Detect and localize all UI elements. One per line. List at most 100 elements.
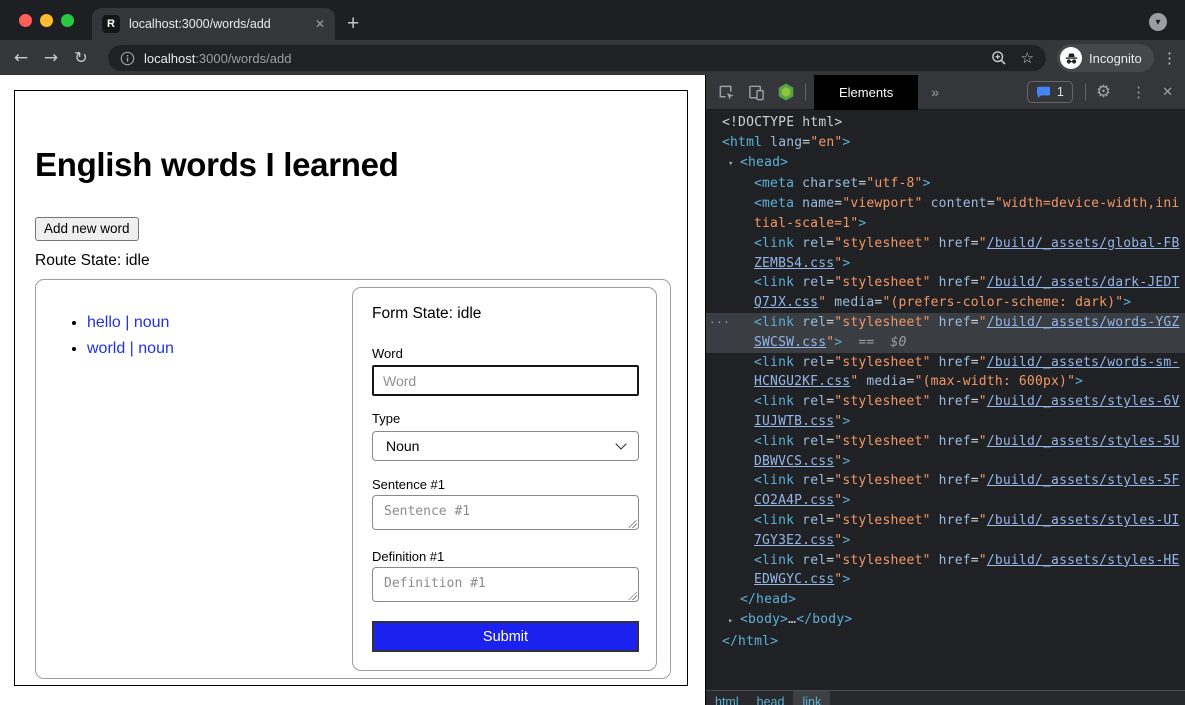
code-line[interactable]: EDWGYC.css"> — [706, 570, 1185, 590]
issues-badge[interactable]: 1 — [1027, 81, 1073, 103]
code-line[interactable]: <link rel="stylesheet" href="/build/_ass… — [706, 273, 1185, 293]
submit-button[interactable]: Submit — [372, 621, 639, 652]
code-token: = — [971, 275, 979, 290]
code-line[interactable]: ZEMBS4.css"> — [706, 254, 1185, 274]
code-token: href — [939, 434, 971, 449]
code-line[interactable]: Q7JX.css" media="(prefers-color-scheme: … — [706, 293, 1185, 313]
browser-tab[interactable]: R localhost:3000/words/add ✕ — [92, 8, 335, 40]
resize-grip-icon[interactable] — [628, 519, 637, 528]
code-line[interactable]: <link rel="stylesheet" href="/build/_ass… — [706, 551, 1185, 571]
window-zoom-button[interactable] — [61, 14, 74, 27]
code-token: <link — [754, 473, 794, 488]
devtools-panel: Elements » 1 ⚙ ⋮ ✕ <!DOCTYPE html><html … — [705, 75, 1185, 705]
code-token: <link — [754, 553, 794, 568]
resize-grip-icon[interactable] — [628, 591, 637, 600]
code-token: media — [834, 295, 874, 310]
add-word-form: Form State: idle Word Type Noun Sentence… — [352, 287, 657, 671]
reload-button[interactable]: ↻ — [66, 48, 96, 67]
code-line[interactable]: <link rel="stylesheet" href="/build/_ass… — [706, 511, 1185, 531]
devtools-close-icon[interactable]: ✕ — [1162, 84, 1173, 100]
word-link-world[interactable]: world | noun — [87, 340, 174, 357]
code-line[interactable]: 7GY3E2.css"> — [706, 531, 1185, 551]
incognito-badge: Incognito — [1057, 44, 1154, 72]
devtools-code: <!DOCTYPE html><html lang="en">▾<head><m… — [706, 110, 1185, 690]
code-token: <link — [754, 236, 794, 251]
code-token: " — [979, 275, 987, 290]
code-line[interactable]: </html> — [706, 632, 1185, 652]
code-token: href — [939, 355, 971, 370]
bookmark-star-icon[interactable]: ☆ — [1021, 49, 1034, 67]
code-line[interactable]: DBWVCS.css"> — [706, 452, 1185, 472]
zoom-level-icon[interactable] — [991, 50, 1007, 66]
inspect-element-icon[interactable] — [711, 79, 741, 105]
incognito-label: Incognito — [1089, 51, 1142, 66]
code-line[interactable]: <meta charset="utf-8"> — [706, 174, 1185, 194]
code-token: = — [987, 196, 995, 211]
word-input[interactable] — [372, 365, 639, 396]
code-line[interactable]: </head> — [706, 590, 1185, 610]
code-token — [931, 236, 939, 251]
code-token: rel — [802, 315, 826, 330]
code-token: "stylesheet" — [834, 355, 930, 370]
settings-gear-icon[interactable]: ⚙ — [1096, 82, 1111, 102]
code-line[interactable]: <html lang="en"> — [706, 133, 1185, 153]
window-minimize-button[interactable] — [40, 14, 53, 27]
code-token — [794, 275, 802, 290]
browser-menu-button[interactable]: ⋮ — [1162, 49, 1177, 67]
extension-hexagon-icon[interactable] — [771, 79, 801, 105]
back-button[interactable]: ← — [6, 48, 36, 68]
definition-textarea[interactable] — [372, 567, 639, 602]
url-text[interactable]: localhost:3000/words/add — [144, 51, 977, 66]
code-token: ZEMBS4.css — [754, 256, 834, 271]
form-state-text: Form State: idle — [372, 305, 481, 323]
code-line[interactable]: ▾<head> — [706, 153, 1185, 175]
incognito-icon — [1060, 47, 1082, 69]
tab-search-button[interactable]: ▾ — [1149, 13, 1167, 31]
code-token: CO2A4P.css — [754, 493, 834, 508]
code-line[interactable]: <link rel="stylesheet" href="/build/_ass… — [706, 392, 1185, 412]
tab-elements[interactable]: Elements — [814, 75, 918, 110]
tree-expand-arrow-icon[interactable]: ▸ — [728, 612, 740, 632]
tree-expand-arrow-icon[interactable]: ▾ — [728, 155, 740, 175]
tab-close-icon[interactable]: ✕ — [315, 17, 325, 31]
code-token: <link — [754, 434, 794, 449]
code-token: /build/_assets/global-FB — [987, 236, 1180, 251]
code-line[interactable]: <link rel="stylesheet" href="/build/_ass… — [706, 471, 1185, 491]
code-token: == $0 — [842, 335, 906, 350]
code-line[interactable]: <meta name="viewport" content="width=dev… — [706, 194, 1185, 214]
type-select[interactable]: Noun — [372, 431, 639, 461]
address-bar[interactable]: localhost:3000/words/add ☆ — [108, 45, 1046, 71]
code-line[interactable]: ▸<body>…</body> — [706, 610, 1185, 632]
code-token: </head> — [740, 592, 796, 607]
code-token: … — [788, 612, 796, 627]
code-line[interactable]: SWCSW.css"> == $0 — [706, 333, 1185, 353]
code-line[interactable]: CO2A4P.css"> — [706, 491, 1185, 511]
breadcrumb-link[interactable]: link — [793, 691, 830, 705]
new-tab-button[interactable]: + — [347, 10, 359, 38]
breadcrumb-head[interactable]: head — [748, 691, 794, 705]
breadcrumb-html[interactable]: html — [706, 691, 748, 705]
code-token: media — [866, 374, 906, 389]
word-link-hello[interactable]: hello | noun — [87, 314, 169, 331]
devtools-menu-icon[interactable]: ⋮ — [1131, 83, 1146, 101]
site-info-icon[interactable] — [120, 51, 135, 66]
code-token — [794, 236, 802, 251]
code-line[interactable]: ···<link rel="stylesheet" href="/build/_… — [706, 313, 1185, 333]
code-line[interactable]: <link rel="stylesheet" href="/build/_ass… — [706, 353, 1185, 373]
code-token: /build/_assets/styles-5F — [987, 473, 1180, 488]
more-panels-button[interactable]: » — [931, 84, 939, 100]
line-overflow-dots-icon: ··· — [709, 313, 730, 333]
code-line[interactable]: IUJWTB.css"> — [706, 412, 1185, 432]
code-line[interactable]: HCNGU2KF.css" media="(max-width: 600px)"… — [706, 372, 1185, 392]
add-new-word-button[interactable]: Add new word — [35, 217, 139, 241]
code-line[interactable]: <!DOCTYPE html> — [706, 113, 1185, 133]
forward-button[interactable]: → — [36, 48, 66, 68]
code-token: " — [979, 355, 987, 370]
sentence-textarea[interactable] — [372, 495, 639, 530]
code-line[interactable]: tial-scale=1"> — [706, 214, 1185, 234]
code-line[interactable]: <link rel="stylesheet" href="/build/_ass… — [706, 432, 1185, 452]
window-close-button[interactable] — [19, 14, 32, 27]
code-line[interactable]: <link rel="stylesheet" href="/build/_ass… — [706, 234, 1185, 254]
code-token: /build/_assets/styles-HE — [987, 553, 1180, 568]
device-toolbar-icon[interactable] — [741, 79, 771, 105]
